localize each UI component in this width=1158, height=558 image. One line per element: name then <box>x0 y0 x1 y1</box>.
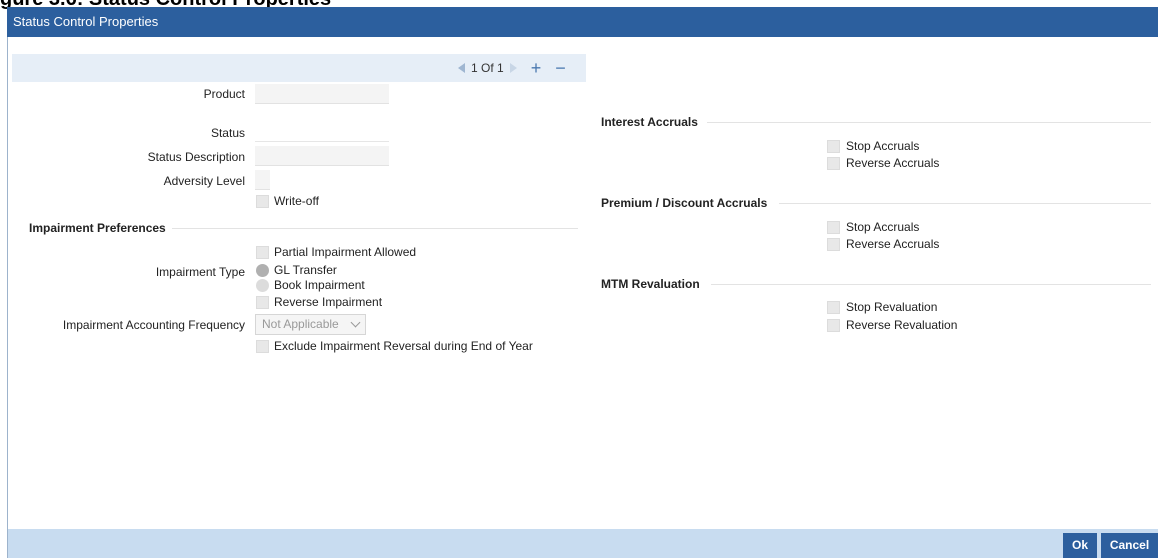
book-impairment-label: Book Impairment <box>274 278 365 292</box>
interest-stop-accruals-checkbox[interactable] <box>827 140 840 153</box>
reverse-revaluation-label: Reverse Revaluation <box>846 318 958 332</box>
writeoff-label: Write-off <box>274 194 319 208</box>
impairment-frequency-label: Impairment Accounting Frequency <box>62 318 245 332</box>
record-pager: 1 Of 1 + − <box>458 59 566 77</box>
previous-record-icon[interactable] <box>458 63 465 73</box>
interest-stop-accruals-label: Stop Accruals <box>846 139 920 153</box>
cancel-button[interactable]: Cancel <box>1101 533 1158 558</box>
reverse-impairment-label: Reverse Impairment <box>274 295 383 309</box>
gl-transfer-label: GL Transfer <box>274 263 337 277</box>
writeoff-checkbox[interactable] <box>256 195 269 208</box>
adversity-level-label: Adversity Level <box>163 174 245 188</box>
status-description-field[interactable] <box>255 146 389 166</box>
premium-discount-heading: Premium / Discount Accruals <box>601 196 768 210</box>
interest-reverse-accruals-checkbox[interactable] <box>827 157 840 170</box>
adversity-level-field[interactable] <box>255 170 270 190</box>
gl-transfer-radio[interactable] <box>256 264 269 277</box>
interest-accruals-heading: Interest Accruals <box>601 115 698 129</box>
premium-stop-accruals-label: Stop Accruals <box>846 220 920 234</box>
reverse-impairment-checkbox[interactable] <box>256 296 269 309</box>
impairment-frequency-select[interactable]: Not Applicable <box>255 314 366 335</box>
add-record-icon[interactable]: + <box>531 59 542 77</box>
partial-impairment-checkbox[interactable] <box>256 246 269 259</box>
window-title: Status Control Properties <box>7 7 1158 37</box>
mtm-revaluation-heading: MTM Revaluation <box>601 277 700 291</box>
record-count: 1 Of 1 <box>471 61 504 75</box>
footer-bar <box>8 529 1158 558</box>
ok-button[interactable]: Ok <box>1063 533 1097 558</box>
stop-revaluation-checkbox[interactable] <box>827 301 840 314</box>
premium-reverse-accruals-checkbox[interactable] <box>827 238 840 251</box>
product-label: Product <box>203 87 245 101</box>
remove-record-icon[interactable]: − <box>555 59 566 77</box>
section-divider <box>172 228 578 229</box>
stop-revaluation-label: Stop Revaluation <box>846 300 938 314</box>
premium-stop-accruals-checkbox[interactable] <box>827 221 840 234</box>
exclude-reversal-label: Exclude Impairment Reversal during End o… <box>274 339 533 353</box>
impairment-type-label: Impairment Type <box>155 265 245 279</box>
impairment-preferences-heading: Impairment Preferences <box>29 221 166 235</box>
section-divider <box>711 284 1151 285</box>
premium-reverse-accruals-label: Reverse Accruals <box>846 237 940 251</box>
status-description-label: Status Description <box>147 150 245 164</box>
frame-border <box>7 37 8 558</box>
book-impairment-radio[interactable] <box>256 279 269 292</box>
status-label: Status <box>210 126 245 140</box>
partial-impairment-label: Partial Impairment Allowed <box>274 245 417 259</box>
status-field[interactable] <box>255 122 389 142</box>
exclude-reversal-checkbox[interactable] <box>256 340 269 353</box>
section-divider <box>707 122 1151 123</box>
interest-reverse-accruals-label: Reverse Accruals <box>846 156 940 170</box>
next-record-icon[interactable] <box>509 63 517 73</box>
section-divider <box>779 203 1151 204</box>
impairment-frequency-value: Not Applicable <box>262 317 339 331</box>
product-field[interactable] <box>255 84 389 104</box>
chevron-down-icon <box>350 317 361 328</box>
reverse-revaluation-checkbox[interactable] <box>827 319 840 332</box>
